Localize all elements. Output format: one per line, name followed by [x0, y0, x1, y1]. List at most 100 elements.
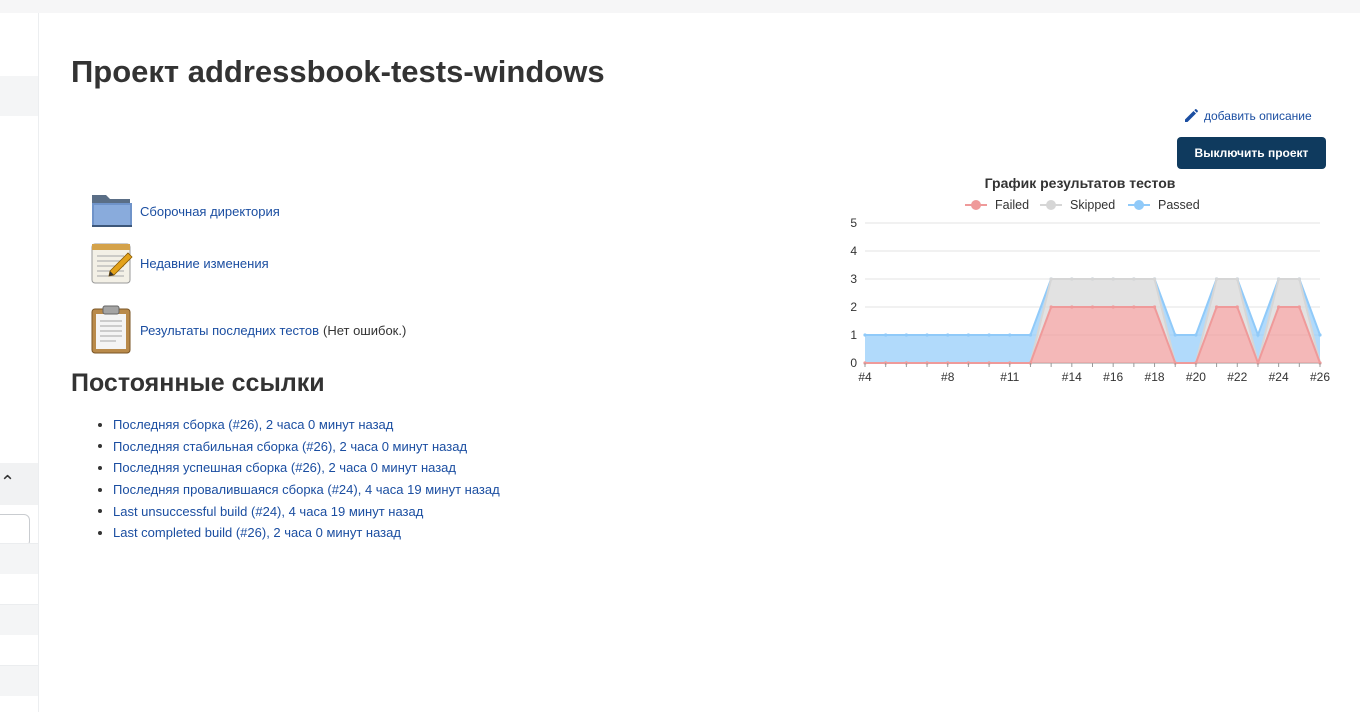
x-tick-label: #24: [1269, 370, 1289, 384]
data-point-passed: [925, 333, 929, 337]
data-point-failed: [1297, 305, 1301, 309]
x-tick-label: #16: [1103, 370, 1123, 384]
data-point-passed: [946, 333, 950, 337]
test-results-chart[interactable]: График результатов тестов Failed Skipped Pa…: [840, 170, 1340, 395]
top-bar: [0, 0, 1360, 13]
add-description-label: добавить описание: [1204, 109, 1312, 123]
x-tick-label: #22: [1227, 370, 1247, 384]
y-tick-label: 1: [850, 328, 857, 342]
task-changes[interactable]: Недавние изменения: [90, 241, 269, 285]
data-point-passed: [863, 333, 867, 337]
data-point-passed: [1008, 333, 1012, 337]
bullet: [98, 422, 102, 427]
data-point-skipped: [1090, 277, 1095, 281]
bullet: [98, 487, 102, 492]
data-point-passed: [1173, 333, 1177, 337]
data-point-passed: [1318, 333, 1322, 337]
data-point-skipped: [1214, 277, 1219, 281]
task-workspace-link[interactable]: Сборочная директория: [140, 204, 280, 219]
x-tick-label: #18: [1145, 370, 1165, 384]
data-point-skipped: [1070, 277, 1074, 281]
permalink-last-completed[interactable]: Last completed build (#26), 2 часа 0 мин…: [113, 525, 401, 540]
y-tick-label: 3: [850, 272, 857, 286]
task-test-results[interactable]: Результаты последних тестов (Нет ошибок.…: [90, 305, 406, 355]
data-point-skipped: [1049, 277, 1053, 281]
list-item: Последняя провалившаяся сборка (#24), 4 …: [96, 479, 500, 501]
task-test-results-link[interactable]: Результаты последних тестов: [140, 323, 319, 338]
data-point-passed: [1028, 333, 1033, 337]
data-point-failed: [1214, 305, 1219, 309]
data-point-passed: [987, 333, 991, 337]
sidebar-row[interactable]: [0, 605, 38, 635]
data-point-skipped: [1235, 277, 1239, 281]
y-tick-label: 2: [850, 300, 857, 314]
legend-label-skipped: Skipped: [1070, 198, 1115, 212]
sidebar-collapse-button[interactable]: ⌃: [0, 463, 38, 505]
data-point-passed: [1256, 333, 1260, 337]
data-point-failed: [1049, 305, 1053, 309]
data-point-skipped: [1297, 277, 1301, 281]
permalinks-title: Постоянные ссылки: [71, 369, 325, 397]
data-point-passed: [904, 333, 908, 337]
x-tick-label: #4: [858, 370, 872, 384]
permalink-last-failed[interactable]: Последняя провалившаяся сборка (#24), 4 …: [113, 482, 500, 497]
permalink-last-stable[interactable]: Последняя стабильная сборка (#26), 2 час…: [113, 439, 467, 454]
x-tick-label: #26: [1310, 370, 1330, 384]
clipboard-icon: [90, 305, 134, 355]
permalink-last-successful[interactable]: Последняя успешная сборка (#26), 2 часа …: [113, 460, 456, 475]
x-tick-label: #14: [1062, 370, 1082, 384]
data-point-passed: [884, 333, 888, 337]
data-point-passed: [1194, 333, 1198, 337]
test-results-note: (Нет ошибок.): [323, 322, 407, 338]
legend-marker-failed: [971, 200, 981, 210]
data-point-failed: [1090, 305, 1095, 309]
bullet: [98, 465, 102, 470]
legend-label-passed: Passed: [1158, 198, 1200, 212]
permalink-last-unsuccessful[interactable]: Last unsuccessful build (#24), 4 часа 19…: [113, 504, 423, 519]
data-point-failed: [1235, 305, 1239, 309]
notepad-icon: [90, 241, 134, 285]
y-tick-label: 0: [850, 356, 857, 370]
list-item: Last unsuccessful build (#24), 4 часа 19…: [96, 500, 500, 522]
data-point-skipped: [1152, 277, 1157, 281]
disable-project-button[interactable]: Выключить проект: [1177, 137, 1326, 169]
chart-title: График результатов тестов: [985, 175, 1176, 191]
legend-label-failed: Failed: [995, 198, 1029, 212]
chart-svg: График результатов тестов Failed Skipped Pa…: [850, 175, 1330, 384]
data-point-skipped: [1111, 277, 1115, 281]
data-point-failed: [1111, 305, 1115, 309]
task-workspace[interactable]: Сборочная директория: [90, 189, 280, 233]
bullet: [98, 509, 102, 514]
chevron-up-icon: ⌃: [0, 472, 16, 492]
list-item: Последняя сборка (#26), 2 часа 0 минут н…: [96, 414, 500, 436]
sidebar: ⌃: [0, 13, 39, 712]
list-item: Последняя стабильная сборка (#26), 2 час…: [96, 436, 500, 458]
data-point-passed: [966, 333, 971, 337]
bullet: [98, 530, 102, 535]
data-point-failed: [1277, 305, 1281, 309]
x-tick-label: #11: [1000, 370, 1019, 384]
x-tick-label: #8: [941, 370, 955, 384]
y-tick-label: 5: [850, 216, 857, 230]
permalink-last-build[interactable]: Последняя сборка (#26), 2 часа 0 минут н…: [113, 417, 393, 432]
data-point-failed: [1152, 305, 1157, 309]
data-point-skipped: [1277, 277, 1281, 281]
y-tick-label: 4: [850, 244, 857, 258]
folder-icon: [90, 189, 134, 233]
legend-marker-skipped: [1046, 200, 1056, 210]
data-point-failed: [1070, 305, 1074, 309]
sidebar-row[interactable]: [0, 666, 38, 696]
x-tick-label: #20: [1186, 370, 1206, 384]
sidebar-row[interactable]: [0, 544, 38, 574]
task-changes-link[interactable]: Недавние изменения: [140, 256, 269, 271]
pencil-icon: [1185, 109, 1198, 122]
sidebar-item-active[interactable]: [0, 76, 38, 116]
data-point-skipped: [1132, 277, 1136, 281]
page-title: Проект addressbook-tests-windows: [71, 54, 605, 89]
legend-marker-passed: [1134, 200, 1144, 210]
data-point-failed: [1132, 305, 1136, 309]
add-description-link[interactable]: добавить описание: [1183, 106, 1312, 126]
permalinks-list: Последняя сборка (#26), 2 часа 0 минут н…: [96, 414, 500, 544]
bullet: [98, 444, 102, 449]
list-item: Last completed build (#26), 2 часа 0 мин…: [96, 522, 500, 544]
